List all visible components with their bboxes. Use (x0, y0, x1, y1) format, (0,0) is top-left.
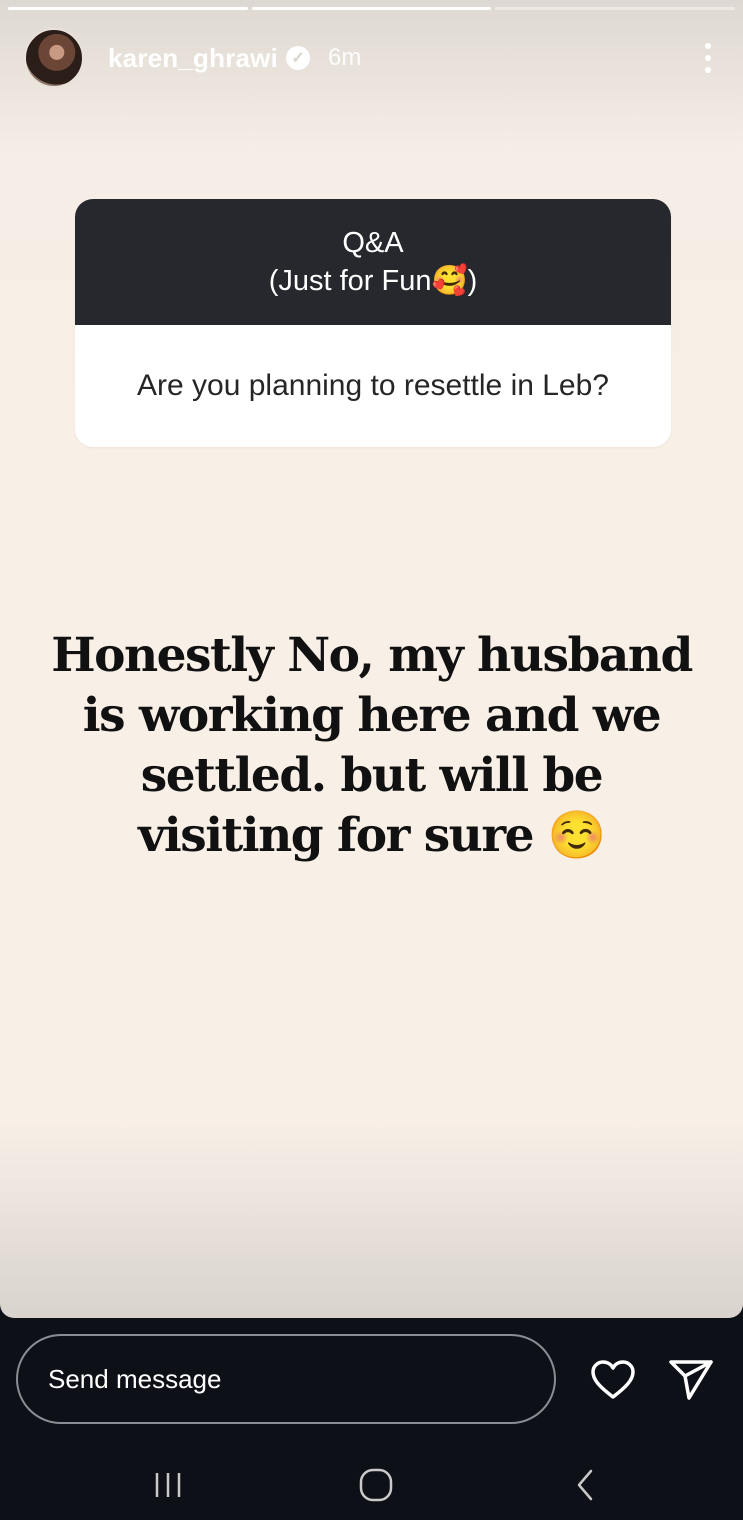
answer-line-4: visiting for sure ☺️ (138, 808, 606, 863)
system-navigation-bar (0, 1460, 743, 1520)
story-timestamp: 6m (328, 44, 362, 71)
answer-line-1: Honestly No, my husband (51, 628, 693, 683)
heart-icon[interactable] (587, 1354, 639, 1406)
back-icon[interactable] (556, 1460, 616, 1510)
qa-title: Q&A (342, 227, 404, 259)
answer-line-2: is working here and we (82, 688, 662, 743)
qa-subtitle: (Just for Fun🥰) (268, 265, 478, 297)
progress-segment-1 (8, 7, 248, 10)
progress-segment-3 (495, 7, 736, 10)
send-message-input[interactable] (16, 1334, 556, 1424)
story-progress-bar (8, 7, 736, 10)
home-icon[interactable] (346, 1460, 406, 1510)
story-viewer[interactable]: karen_ghrawi ✓ 6m Q&A (Just for Fun🥰) Ar… (0, 0, 743, 1318)
answer-text: Honestly No, my husband is working here … (30, 626, 713, 866)
answer-line-3: settled. but will be (140, 748, 604, 803)
more-vertical-icon[interactable] (693, 38, 723, 78)
story-header: karen_ghrawi ✓ 6m (24, 26, 723, 90)
progress-segment-2 (251, 7, 492, 10)
avatar[interactable] (24, 28, 84, 88)
qa-sticker: Q&A (Just for Fun🥰) Are you planning to … (75, 199, 671, 447)
recent-apps-icon[interactable] (138, 1460, 198, 1510)
verified-badge-icon: ✓ (286, 46, 311, 70)
qa-question: Are you planning to resettle in Leb? (75, 325, 671, 447)
qa-sticker-header: Q&A (Just for Fun🥰) (75, 199, 671, 325)
send-icon[interactable] (665, 1354, 717, 1406)
username[interactable]: karen_ghrawi (108, 43, 278, 74)
